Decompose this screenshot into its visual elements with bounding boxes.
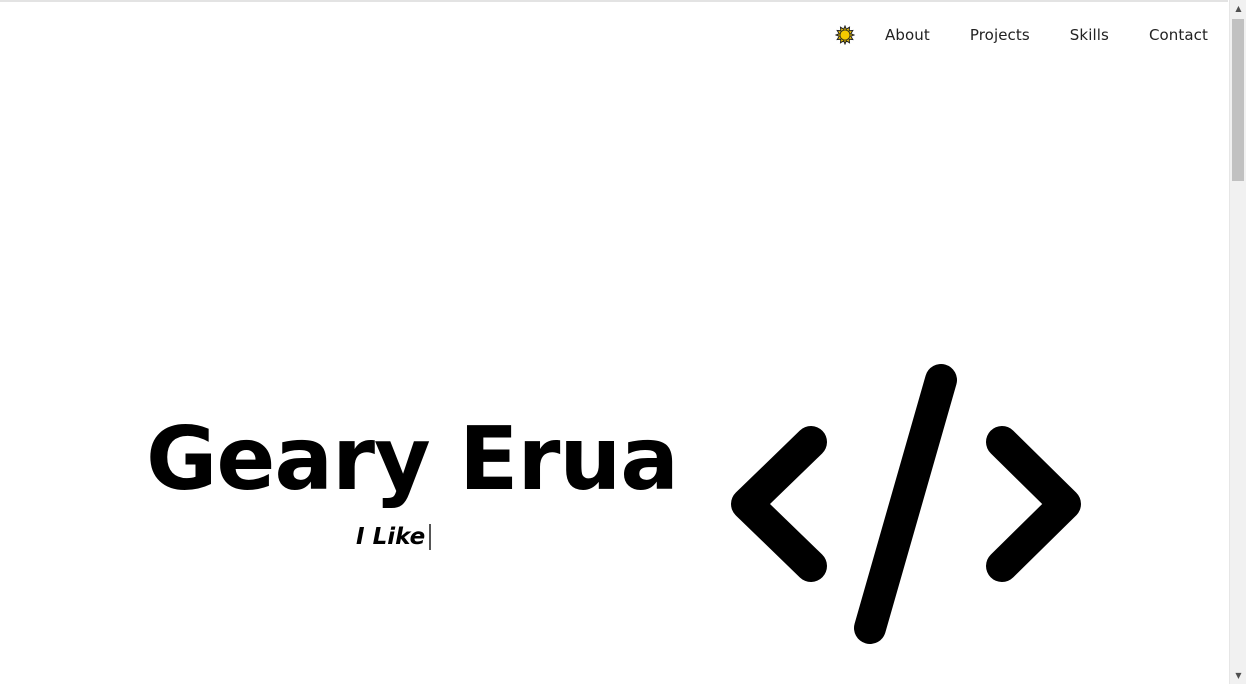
typing-cursor — [429, 524, 432, 550]
nav-link-contact[interactable]: Contact — [1149, 26, 1208, 44]
nav-link-skills[interactable]: Skills — [1070, 26, 1109, 44]
nav-link-about[interactable]: About — [885, 26, 930, 44]
vertical-scrollbar[interactable]: ▲ ▼ — [1229, 0, 1246, 684]
tagline-text: I Like — [356, 524, 426, 550]
scrollbar-thumb[interactable] — [1232, 19, 1244, 181]
page: About Projects Skills Contact Geary Erua… — [0, 0, 1246, 684]
code-brackets-icon — [731, 364, 1081, 644]
scroll-down-arrow-icon[interactable]: ▼ — [1230, 667, 1246, 684]
scroll-up-arrow-icon[interactable]: ▲ — [1230, 0, 1246, 17]
top-divider — [0, 0, 1228, 2]
nav-link-projects[interactable]: Projects — [970, 26, 1030, 44]
hero-name: Geary Erua — [146, 408, 679, 510]
sun-icon — [835, 25, 855, 45]
hero-tagline: I Like — [356, 524, 432, 550]
main-nav: About Projects Skills Contact — [835, 22, 1208, 48]
theme-toggle-button[interactable] — [835, 25, 855, 45]
